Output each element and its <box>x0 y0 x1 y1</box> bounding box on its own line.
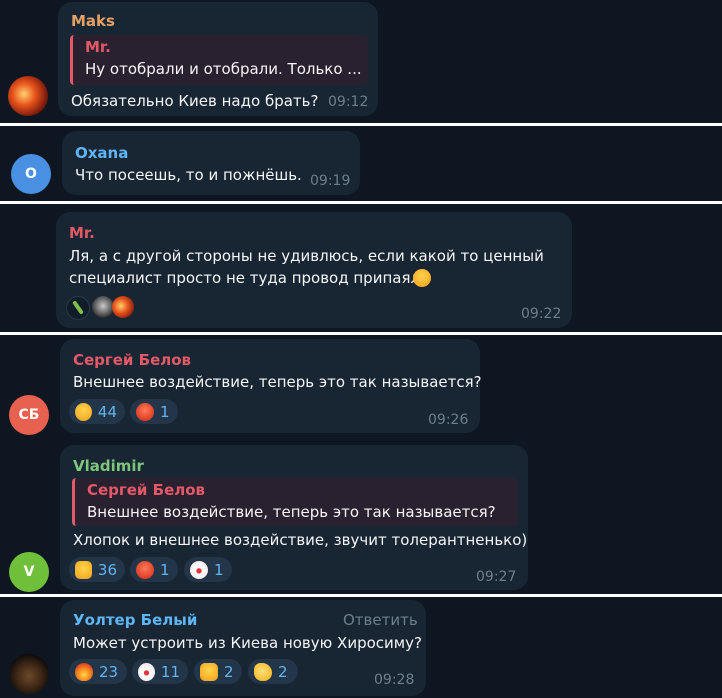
message-text: Что посеешь, то и пожнёшь. <box>75 166 302 184</box>
quote-sender: Mr. <box>85 38 111 56</box>
avatar-initials: СБ <box>18 407 40 423</box>
reaction-count: 2 <box>278 662 288 681</box>
reaction-clown[interactable]: 11 <box>132 659 188 684</box>
message-time: 09:12 <box>328 94 369 110</box>
message-time: 09:22 <box>521 306 562 322</box>
message-time: 09:27 <box>476 569 517 585</box>
quote-sender: Сергей Белов <box>87 481 206 499</box>
reply-button[interactable]: Ответить <box>343 611 418 629</box>
reaction-count: 2 <box>224 662 234 681</box>
reaction-clown[interactable]: 1 <box>184 557 232 582</box>
quote-text: Ну отобрали и отобрали. Только ... <box>85 60 362 78</box>
fire-avatar-icon[interactable] <box>112 296 134 318</box>
reaction-count: 1 <box>160 560 170 579</box>
thumbs-up-emoji-icon <box>75 560 92 579</box>
sender-name[interactable]: Уолтер Белый <box>73 611 197 629</box>
clown-emoji-icon <box>190 560 208 579</box>
reaction-count: 23 <box>99 662 119 681</box>
message-time: 09:28 <box>374 672 415 688</box>
message-text: Обязательно Киев надо брать? <box>71 92 319 110</box>
message-text-line: специалист просто не туда провод припаял <box>69 269 421 287</box>
bottle-avatar-icon[interactable] <box>66 296 90 320</box>
angry-emoji-icon <box>136 402 154 421</box>
sender-name[interactable]: Oxana <box>75 144 128 162</box>
avatar-initials: V <box>23 564 35 580</box>
message-text-line: Ля, а с другой стороны не удивлюсь, если… <box>69 247 544 265</box>
reaction-thumbs-up[interactable]: 36 <box>69 557 125 582</box>
clown-emoji-icon <box>138 662 155 681</box>
reaction-count: 44 <box>97 402 117 421</box>
sender-name[interactable]: Сергей Белов <box>73 351 191 369</box>
reply-quote[interactable]: Сергей Белов Внешнее воздействие, теперь… <box>72 478 518 526</box>
avatar-initials: O <box>25 166 37 182</box>
fire-emoji-icon <box>75 662 93 681</box>
sender-name[interactable]: Maks <box>71 12 115 30</box>
message-bubble[interactable]: Maks Mr. Ну отобрали и отобрали. Только … <box>58 2 378 116</box>
message-time: 09:19 <box>310 173 351 189</box>
avatar-sergey[interactable]: СБ <box>9 395 49 435</box>
message-time: 09:26 <box>428 412 469 428</box>
reaction-angry[interactable]: 1 <box>130 557 178 582</box>
avatar-vladimir[interactable]: V <box>9 552 49 592</box>
message-text: Хлопок и внешнее воздействие, звучит тол… <box>73 531 528 549</box>
divider <box>0 594 722 597</box>
rofl-emoji-icon <box>413 269 431 287</box>
avatar-oxana[interactable]: O <box>11 154 51 194</box>
reaction-count: 1 <box>160 402 170 421</box>
sender-name[interactable]: Vladimir <box>73 457 144 475</box>
message-text: Внешнее воздействие, теперь это так назы… <box>73 373 482 391</box>
helmet-avatar-icon[interactable] <box>92 296 114 318</box>
fire-avatar-icon[interactable] <box>8 76 48 116</box>
message-bubble[interactable]: Mr. Ля, а с другой стороны не удивлюсь, … <box>56 212 572 328</box>
divider <box>0 332 722 335</box>
reaction-count: 36 <box>97 560 117 579</box>
reaction-thumbs-up[interactable]: 2 <box>194 659 242 684</box>
reaction-count: 1 <box>214 560 224 579</box>
reaction-grin[interactable]: 44 <box>69 399 125 424</box>
angry-emoji-icon <box>136 560 154 579</box>
divider <box>0 201 722 204</box>
reply-quote[interactable]: Mr. Ну отобрали и отобрали. Только ... <box>70 35 368 85</box>
reaction-clap[interactable]: 2 <box>248 659 298 684</box>
divider <box>0 123 722 126</box>
reaction-count: 11 <box>160 662 180 681</box>
clap-emoji-icon <box>254 662 272 681</box>
reaction-fire[interactable]: 23 <box>69 659 127 684</box>
quote-text: Внешнее воздействие, теперь это так назы… <box>87 503 496 521</box>
thumbs-up-emoji-icon <box>200 662 218 681</box>
message-text: Может устроить из Киева новую Хиросиму? <box>73 634 422 652</box>
bear-avatar-icon[interactable] <box>9 654 49 694</box>
message-bubble[interactable]: Уолтер Белый Ответить Может устроить из … <box>60 600 426 696</box>
message-bubble[interactable]: Oxana Что посеешь, то и пожнёшь. 09:19 <box>62 131 360 195</box>
grin-emoji-icon <box>75 402 92 421</box>
sender-name[interactable]: Mr. <box>69 224 95 242</box>
message-bubble[interactable]: Сергей Белов Внешнее воздействие, теперь… <box>60 339 482 433</box>
message-bubble[interactable]: Vladimir Сергей Белов Внешнее воздействи… <box>60 445 528 590</box>
reaction-angry[interactable]: 1 <box>130 399 178 424</box>
